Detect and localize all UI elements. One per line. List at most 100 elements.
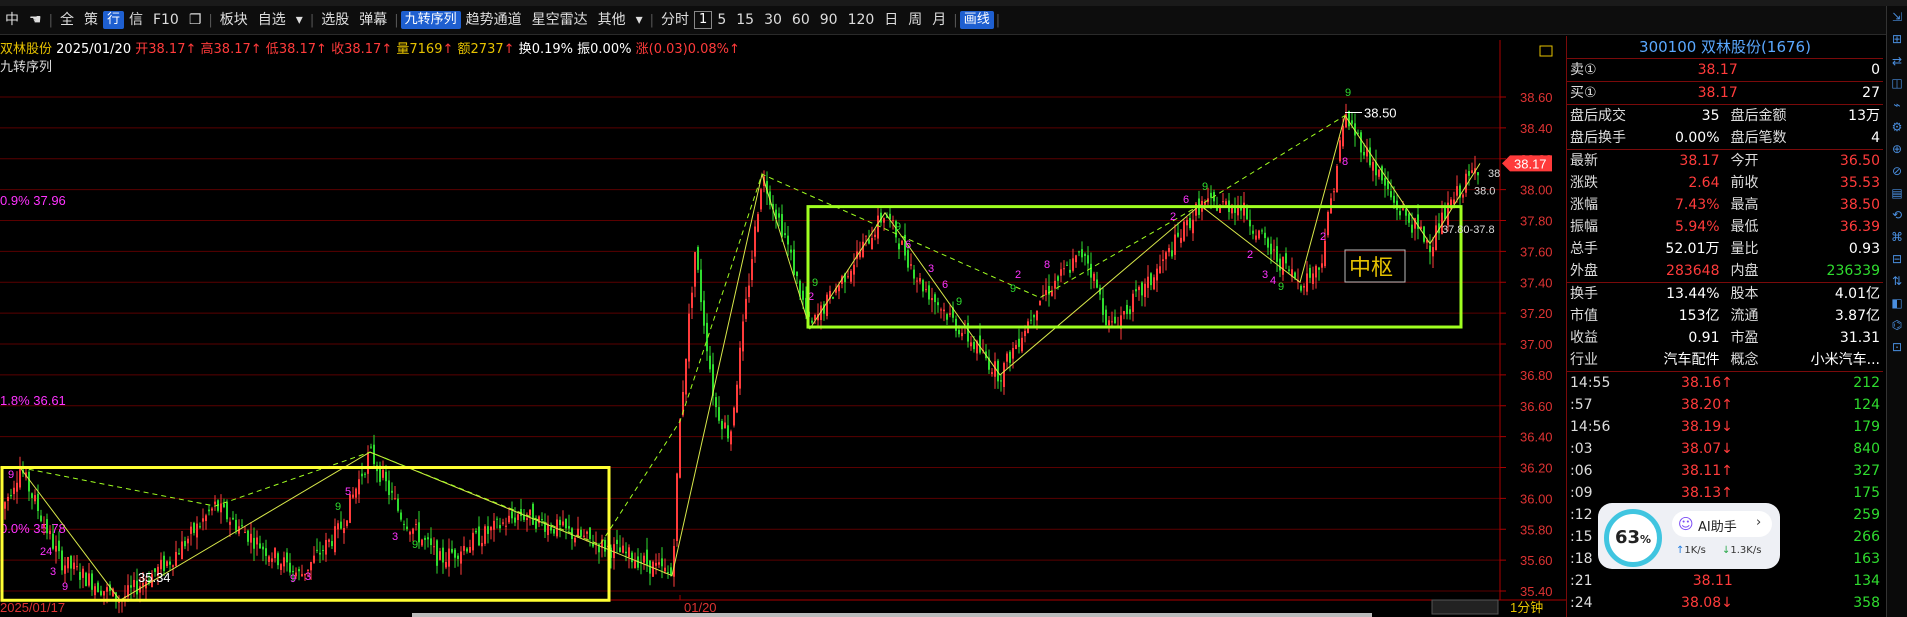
y-tick-label: 37.40 xyxy=(1520,275,1553,290)
sequence-digit: 6 xyxy=(905,239,911,251)
tool-icon[interactable]: ▤ xyxy=(1887,182,1907,204)
candle-body xyxy=(1054,280,1056,289)
stat-row: 涨幅 7.43% 最高 38.50 xyxy=(1567,194,1883,216)
candle-body xyxy=(622,545,624,553)
tool-icon[interactable]: ⊘ xyxy=(1887,160,1907,182)
candle-body xyxy=(1012,348,1014,359)
candle-body xyxy=(187,538,189,544)
tool-icon[interactable]: ⊟ xyxy=(1887,248,1907,270)
candle-body xyxy=(550,527,552,531)
tool-icon[interactable]: ⚙ xyxy=(1887,116,1907,138)
candle-body xyxy=(1081,249,1083,258)
tick-time: :21 xyxy=(1570,573,1593,589)
sequence-digit: 9 xyxy=(1010,283,1016,295)
tick-time: :24 xyxy=(1570,595,1593,611)
tool-icon[interactable]: ⊞ xyxy=(1887,28,1907,50)
level-label: 1.8% 36.61 xyxy=(0,393,66,408)
candle-body xyxy=(847,276,849,278)
tool-icon[interactable]: ⇲ xyxy=(1887,6,1907,28)
sequence-digit: 24 xyxy=(40,546,52,558)
candle-body xyxy=(220,503,222,513)
candle-body xyxy=(1339,140,1341,162)
candle-body xyxy=(205,515,207,522)
candle-body xyxy=(487,526,489,534)
tool-icon[interactable]: ⌁ xyxy=(1887,94,1907,116)
candle-body xyxy=(466,548,468,552)
tool-icon[interactable]: ⇅ xyxy=(1887,270,1907,292)
candle-body xyxy=(877,215,879,239)
stat-value: 0.00% xyxy=(1675,130,1720,146)
tool-icon[interactable]: ⇄ xyxy=(1887,50,1907,72)
stat-row: 收益 0.91 市盈 31.31 xyxy=(1567,327,1883,349)
tick-row: :09 38.13↑ 175 xyxy=(1567,482,1883,504)
candle-body xyxy=(451,548,453,553)
stat-value: 0.91 xyxy=(1688,330,1720,346)
candle-body xyxy=(1294,272,1296,278)
candle-body xyxy=(562,521,564,526)
stat-label: 振幅 xyxy=(1570,219,1598,235)
candle-body xyxy=(181,541,183,560)
candle-body xyxy=(16,482,18,492)
ai-assistant-widget[interactable]: 63% ☺ AI助手 › ↑1K/s ↓1.3K/s xyxy=(1598,503,1780,569)
sequence-digit: 2 xyxy=(1247,249,1253,261)
candle-body xyxy=(37,493,39,512)
candle-body xyxy=(1372,162,1374,171)
candle-body xyxy=(343,527,345,534)
candle-body xyxy=(1279,258,1281,271)
candle-body xyxy=(211,508,213,511)
candlestick-chart[interactable]: 38.6038.4038.2038.0037.8037.6037.4037.20… xyxy=(0,0,1566,617)
candle-body xyxy=(907,250,909,268)
tool-icon[interactable]: ◫ xyxy=(1887,72,1907,94)
candle-body xyxy=(1150,273,1152,286)
candle-body xyxy=(97,582,99,593)
candle-body xyxy=(1399,210,1401,216)
candle-body xyxy=(919,278,921,282)
candle-body xyxy=(871,237,873,250)
stat-value: 38.17 xyxy=(1679,153,1720,169)
candle-body xyxy=(73,562,75,570)
candle-body xyxy=(850,270,852,282)
tool-icon[interactable]: ⌬ xyxy=(1887,314,1907,336)
candle-body xyxy=(892,220,894,222)
candle-body xyxy=(1009,351,1011,363)
candle-body xyxy=(1087,255,1089,264)
candle-body xyxy=(43,524,45,527)
candle-body xyxy=(925,289,927,291)
sequence-digit: 2 xyxy=(1015,269,1021,281)
sequence-digit: 2 xyxy=(1320,231,1326,243)
stat-row: 总手 52.01万 量比 0.93 xyxy=(1567,238,1883,260)
candle-body xyxy=(1303,286,1305,288)
tool-icon[interactable]: ⊡ xyxy=(1887,336,1907,358)
candle-body xyxy=(727,425,729,439)
candle-body xyxy=(172,565,174,567)
candle-body xyxy=(508,515,510,523)
candle-body xyxy=(76,566,78,568)
tool-icon[interactable]: ⊕ xyxy=(1887,138,1907,160)
candle-body xyxy=(298,569,300,572)
candle-body xyxy=(94,586,96,596)
tick-row: :03 38.07↓ 840 xyxy=(1567,438,1883,460)
tick-list[interactable]: 14:55 38.16↑ 212:57 38.20↑ 124 14:56 38.19↓ 179… xyxy=(1567,371,1883,614)
candle-body xyxy=(433,546,435,548)
candle-body xyxy=(85,572,87,587)
candle-body xyxy=(250,533,252,543)
candle-body xyxy=(898,243,900,250)
candle-body xyxy=(40,515,42,522)
candle-body xyxy=(526,518,528,521)
candle-body xyxy=(1168,248,1170,253)
candle-body xyxy=(1477,172,1479,176)
period-label: 1分钟 xyxy=(1510,600,1543,615)
candle-body xyxy=(1327,211,1329,236)
tick-row: :06 38.11↑ 327 xyxy=(1567,460,1883,482)
stat-label: 最低 xyxy=(1730,219,1759,235)
tool-icon[interactable]: ⟲ xyxy=(1887,204,1907,226)
candle-body xyxy=(28,471,30,492)
tool-icon[interactable]: ⌘ xyxy=(1887,226,1907,248)
tool-icon[interactable]: ◧ xyxy=(1887,292,1907,314)
chevron-right-icon[interactable]: › xyxy=(1756,515,1761,530)
candle-body xyxy=(514,517,516,523)
tick-price: 38.20↑ xyxy=(1681,397,1733,413)
candle-body xyxy=(361,473,363,477)
candle-body xyxy=(1249,219,1251,227)
stat-label: 换手 xyxy=(1570,286,1598,302)
